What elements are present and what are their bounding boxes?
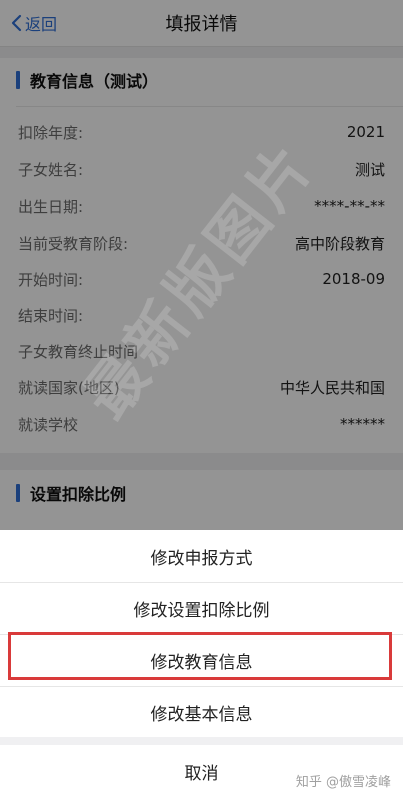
modify-deduction-ratio-button[interactable]: 修改设置扣除比例 xyxy=(0,582,403,635)
action-sheet: 修改申报方式 修改设置扣除比例 修改教育信息 修改基本信息 取消 知乎 @傲雪凌… xyxy=(0,530,403,798)
sheet-separator xyxy=(0,737,403,745)
modify-basic-info-button[interactable]: 修改基本信息 xyxy=(0,686,403,738)
modify-filing-method-button[interactable]: 修改申报方式 xyxy=(0,530,403,583)
highlight-box xyxy=(8,632,392,680)
credit-text: 知乎 @傲雪凌峰 xyxy=(295,775,391,790)
